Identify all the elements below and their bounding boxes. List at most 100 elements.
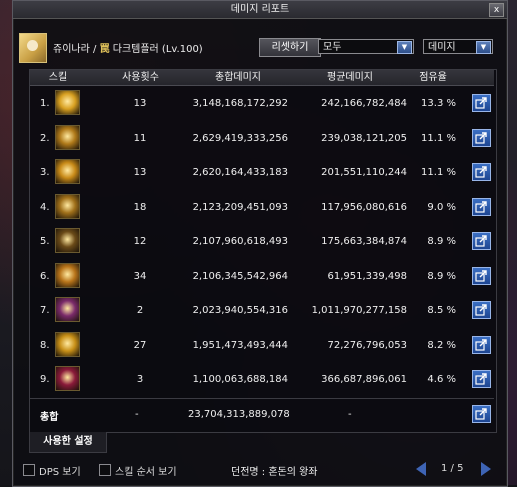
reset-button[interactable]: 리셋하기 [259, 38, 321, 57]
filter-select[interactable]: 모두 ▼ [318, 39, 414, 54]
damage-report-window: 데미지 리포트 x 쥬이나라 / 罠 다크템플러 (Lv.100) 리셋하기 모… [12, 0, 508, 487]
skill-icon[interactable] [55, 193, 80, 219]
page-indicator: 1 / 5 [441, 463, 464, 474]
row-share: 8.9 % [427, 270, 456, 282]
row-total-damage: 3,148,168,172,292 [192, 98, 288, 109]
sort-select-value: 데미지 [428, 42, 456, 53]
row-avg-damage: 239,038,121,205 [321, 132, 407, 144]
dungeon-name: 던전명 : 혼돈의 왕좌 [231, 467, 318, 478]
row-rank: 2. [40, 132, 50, 144]
character-class-level: 다크템플러 (Lv.100) [112, 44, 203, 55]
skill-order-checkbox[interactable] [99, 464, 111, 476]
avatar [19, 33, 47, 63]
row-uses: 3 [136, 374, 144, 385]
row-share: 9.0 % [427, 201, 456, 213]
row-share: 8.5 % [427, 305, 456, 316]
share-button[interactable] [472, 370, 491, 388]
skill-icon[interactable] [55, 262, 80, 288]
row-uses: 34 [133, 270, 147, 282]
row-share: 11.1 % [421, 167, 456, 178]
total-damage: 23,704,313,889,078 [188, 409, 290, 420]
character-info: 쥬이나라 / 罠 다크템플러 (Lv.100) [53, 40, 203, 55]
row-uses: 11 [133, 132, 147, 144]
table-row: 6. 34 2,106,345,542,964 61,951,339,498 8… [30, 260, 494, 292]
row-avg-damage: 366,687,896,061 [321, 374, 407, 385]
header-total: 총합데미지 [215, 72, 261, 83]
row-avg-damage: 61,951,339,498 [327, 270, 407, 282]
total-label: 총합 [40, 412, 59, 423]
share-button[interactable] [472, 335, 491, 354]
share-icon [475, 131, 487, 144]
header-uses: 사용횟수 [122, 72, 159, 83]
skill-icon[interactable] [55, 124, 80, 150]
share-icon [475, 97, 487, 109]
total-uses: - [135, 409, 139, 420]
share-button[interactable] [472, 94, 491, 112]
row-uses: 13 [133, 98, 147, 109]
header-skill: 스킬 [48, 72, 68, 83]
share-button[interactable] [472, 232, 491, 250]
row-uses: 27 [133, 339, 147, 351]
sort-select[interactable]: 데미지 ▼ [423, 39, 493, 54]
share-button[interactable] [472, 266, 491, 285]
table-row: 9. 3 1,100,063,688,184 366,687,896,061 4… [30, 363, 494, 395]
share-icon [475, 166, 487, 178]
tab-used-settings[interactable]: 사용한 설정 [29, 432, 107, 453]
total-row: 총합 - 23,704,313,889,078 - [30, 398, 494, 429]
skill-icon[interactable] [55, 159, 80, 184]
bottom-bar: DPS 보기 스킬 순서 보기 던전명 : 혼돈의 왕좌 1 / 5 [13, 460, 507, 484]
row-rank: 8. [40, 339, 50, 351]
share-icon [475, 304, 487, 316]
row-uses: 2 [136, 305, 144, 316]
table-row: 7. 2 2,023,940,554,316 1,011,970,277,158… [30, 294, 494, 326]
row-share: 13.3 % [421, 98, 456, 109]
table-row: 3. 13 2,620,164,433,183 201,551,110,244 … [30, 156, 494, 188]
skill-icon[interactable] [55, 90, 80, 115]
row-avg-damage: 1,011,970,277,158 [311, 305, 407, 316]
job-icon: 罠 [99, 44, 110, 55]
row-total-damage: 1,100,063,688,184 [192, 374, 288, 385]
row-avg-damage: 72,276,796,053 [327, 339, 407, 351]
row-rank: 7. [40, 305, 50, 316]
share-icon [475, 373, 487, 385]
row-total-damage: 2,107,960,618,493 [192, 236, 288, 247]
share-button[interactable] [472, 163, 491, 181]
window-titlebar[interactable]: 데미지 리포트 [13, 1, 507, 19]
share-button[interactable] [472, 301, 491, 319]
share-icon [475, 408, 487, 420]
row-rank: 9. [40, 374, 50, 385]
row-total-damage: 2,023,940,554,316 [192, 305, 288, 316]
row-rank: 5. [40, 236, 50, 247]
row-uses: 13 [133, 167, 147, 178]
table-row: 2. 11 2,629,419,333,256 239,038,121,205 … [30, 122, 494, 154]
page-prev-button[interactable] [416, 462, 426, 476]
row-rank: 3. [40, 167, 50, 178]
table-row: 5. 12 2,107,960,618,493 175,663,384,874 … [30, 225, 494, 257]
share-icon [475, 235, 487, 247]
chevron-down-icon: ▼ [397, 41, 412, 54]
share-total-button[interactable] [472, 405, 491, 423]
chevron-down-icon: ▼ [476, 41, 491, 54]
row-total-damage: 2,106,345,542,964 [192, 270, 288, 282]
row-rank: 6. [40, 270, 50, 282]
row-share: 4.6 % [427, 374, 456, 385]
table-row: 1. 13 3,148,168,172,292 242,166,782,484 … [30, 87, 494, 119]
skill-icon[interactable] [55, 228, 80, 253]
window-title: 데미지 리포트 [230, 4, 290, 15]
share-button[interactable] [472, 197, 491, 216]
skill-order-label: 스킬 순서 보기 [115, 467, 177, 478]
skill-icon[interactable] [55, 366, 80, 391]
character-name: 쥬이나라 [53, 44, 90, 55]
skill-icon[interactable] [55, 331, 80, 357]
share-button[interactable] [472, 128, 491, 147]
close-button[interactable]: x [489, 3, 504, 17]
share-icon [475, 338, 487, 351]
skill-icon[interactable] [55, 297, 80, 322]
row-avg-damage: 175,663,384,874 [321, 236, 407, 247]
header-avg: 평균데미지 [327, 72, 373, 83]
page-next-button[interactable] [481, 462, 491, 476]
total-avg: - [348, 409, 352, 420]
table-header: 스킬 사용횟수 총합데미지 평균데미지 점유율 [30, 70, 494, 86]
dps-checkbox[interactable] [23, 464, 35, 476]
table-row: 8. 27 1,951,473,493,444 72,276,796,053 8… [30, 329, 494, 361]
